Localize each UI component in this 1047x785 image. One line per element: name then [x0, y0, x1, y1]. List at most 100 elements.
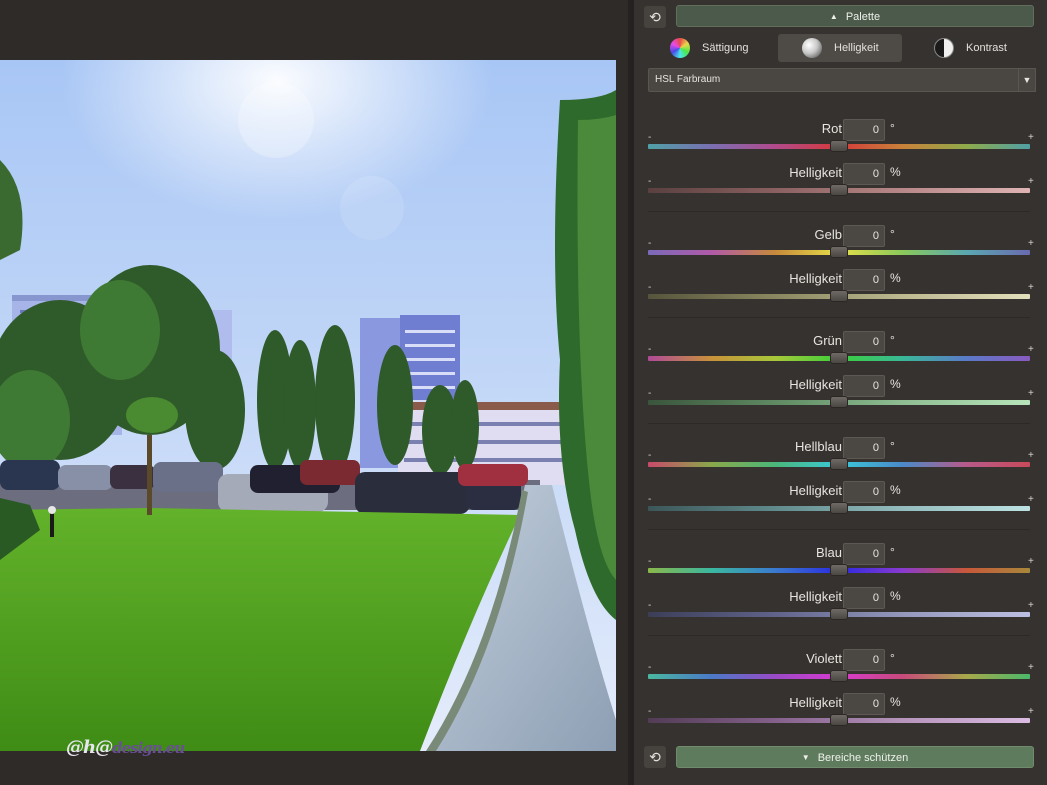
slider-row-violett-lum: Helligkeit 0% - +: [648, 693, 1036, 733]
slider-unit: %: [890, 271, 901, 285]
slider-value-field[interactable]: 0: [843, 375, 885, 397]
minus-icon: -: [648, 450, 652, 461]
tab-saettigung[interactable]: Sättigung: [648, 34, 772, 62]
minus-icon: -: [648, 388, 652, 399]
tab-kontrast[interactable]: Kontrast: [908, 34, 1032, 62]
slider-value-field[interactable]: 0: [843, 331, 885, 353]
protect-areas-button[interactable]: ▼ Bereiche schützen: [676, 746, 1034, 768]
slider-thumb[interactable]: [830, 714, 848, 726]
minus-icon: -: [648, 662, 652, 673]
photo-viewer: @h@design.eu: [0, 0, 628, 785]
slider-value-field[interactable]: 0: [843, 693, 885, 715]
slider-row-hellblau-hue: Hellblau 0 ° - +: [648, 437, 1036, 477]
colorspace-dropdown-button[interactable]: ▼: [1018, 68, 1036, 92]
slider-label: Hellblau: [795, 439, 842, 454]
plus-icon: +: [1028, 556, 1034, 567]
plus-icon: +: [1028, 238, 1034, 249]
slider-thumb[interactable]: [830, 396, 848, 408]
edited-photo: [0, 60, 616, 751]
triangle-down-icon: ▼: [801, 753, 810, 762]
slider-row-gelb-lum: Helligkeit 0% - +: [648, 269, 1036, 309]
slider-label: Helligkeit: [789, 589, 842, 604]
group-divider: [648, 317, 1030, 318]
slider-label: Helligkeit: [789, 165, 842, 180]
tab-kontrast-label: Kontrast: [966, 42, 1007, 54]
brightness-sphere-icon: [802, 38, 822, 58]
watermark: @h@design.eu: [66, 737, 185, 758]
palette-reset-button[interactable]: ⟲: [644, 6, 666, 28]
slider-thumb[interactable]: [830, 184, 848, 196]
slider-thumb[interactable]: [830, 564, 848, 576]
slider-unit: °: [890, 333, 895, 347]
slider-label: Helligkeit: [789, 483, 842, 498]
slider-unit: %: [890, 377, 901, 391]
slider-row-violett-hue: Violett 0 ° - +: [648, 649, 1036, 689]
slider-thumb[interactable]: [830, 352, 848, 364]
plus-icon: +: [1028, 132, 1034, 143]
palette-toggle-button[interactable]: ▲ Palette: [676, 5, 1034, 27]
slider-row-rot-hue: Rot 0 ° - +: [648, 119, 1036, 159]
slider-thumb[interactable]: [830, 458, 848, 470]
slider-label: Gelb: [814, 227, 842, 242]
slider-value-field[interactable]: 0: [843, 269, 885, 291]
slider-unit: %: [890, 589, 901, 603]
slider-thumb[interactable]: [830, 670, 848, 682]
slider-value-field[interactable]: 0: [843, 225, 885, 247]
tab-helligkeit-label: Helligkeit: [834, 42, 879, 54]
minus-icon: -: [648, 600, 652, 611]
slider-thumb[interactable]: [830, 608, 848, 620]
slider-row-gruen-lum: Helligkeit 0% - +: [648, 375, 1036, 415]
minus-icon: -: [648, 494, 652, 505]
minus-icon: -: [648, 238, 652, 249]
minus-icon: -: [648, 556, 652, 567]
slider-row-hellblau-lum: Helligkeit 0% - +: [648, 481, 1036, 521]
group-divider: [648, 211, 1030, 212]
slider-unit: °: [890, 439, 895, 453]
plus-icon: +: [1028, 176, 1034, 187]
group-divider: [648, 529, 1030, 530]
slider-thumb[interactable]: [830, 290, 848, 302]
slider-unit: %: [890, 483, 901, 497]
slider-value-field[interactable]: 0: [843, 119, 885, 141]
contrast-icon: [934, 38, 954, 58]
colorspace-select[interactable]: HSL Farbraum: [648, 68, 1030, 92]
protect-reset-button[interactable]: ⟲: [644, 746, 666, 768]
colorspace-value: HSL Farbraum: [655, 74, 721, 85]
triangle-up-icon: ▲: [829, 12, 838, 21]
minus-icon: -: [648, 706, 652, 717]
slider-unit: °: [890, 545, 895, 559]
plus-icon: +: [1028, 388, 1034, 399]
slider-row-blau-hue: Blau 0 ° - +: [648, 543, 1036, 583]
minus-icon: -: [648, 176, 652, 187]
color-wheel-icon: [670, 38, 690, 58]
slider-value-field[interactable]: 0: [843, 649, 885, 671]
slider-label: Rot: [821, 121, 842, 136]
plus-icon: +: [1028, 706, 1034, 717]
slider-label: Helligkeit: [789, 377, 842, 392]
slider-value-field[interactable]: 0: [843, 163, 885, 185]
tab-helligkeit[interactable]: Helligkeit: [778, 34, 902, 62]
reset-arrows-icon: ⟲: [649, 749, 661, 765]
palette-label: Palette: [845, 11, 881, 23]
slider-row-blau-lum: Helligkeit 0% - +: [648, 587, 1036, 627]
watermark-prefix: @h@: [66, 737, 113, 758]
slider-unit: %: [890, 695, 901, 709]
hsl-adjustment-panel: ⟲ ▲ Palette Sättigung Helligkeit Kontrast…: [628, 0, 1047, 785]
slider-value-field[interactable]: 0: [843, 543, 885, 565]
slider-value-field[interactable]: 0: [843, 437, 885, 459]
slider-thumb[interactable]: [830, 140, 848, 152]
slider-row-gruen-hue: Grün 0 ° - +: [648, 331, 1036, 371]
slider-unit: %: [890, 165, 901, 179]
reset-arrows-icon: ⟲: [649, 9, 661, 25]
plus-icon: +: [1028, 600, 1034, 611]
slider-thumb[interactable]: [830, 246, 848, 258]
slider-thumb[interactable]: [830, 502, 848, 514]
minus-icon: -: [648, 132, 652, 143]
slider-value-field[interactable]: 0: [843, 587, 885, 609]
slider-unit: °: [890, 121, 895, 135]
slider-label: Violett: [806, 651, 842, 666]
tab-saettigung-label: Sättigung: [702, 42, 749, 54]
plus-icon: +: [1028, 494, 1034, 505]
slider-value-field[interactable]: 0: [843, 481, 885, 503]
slider-label: Grün: [813, 333, 842, 348]
